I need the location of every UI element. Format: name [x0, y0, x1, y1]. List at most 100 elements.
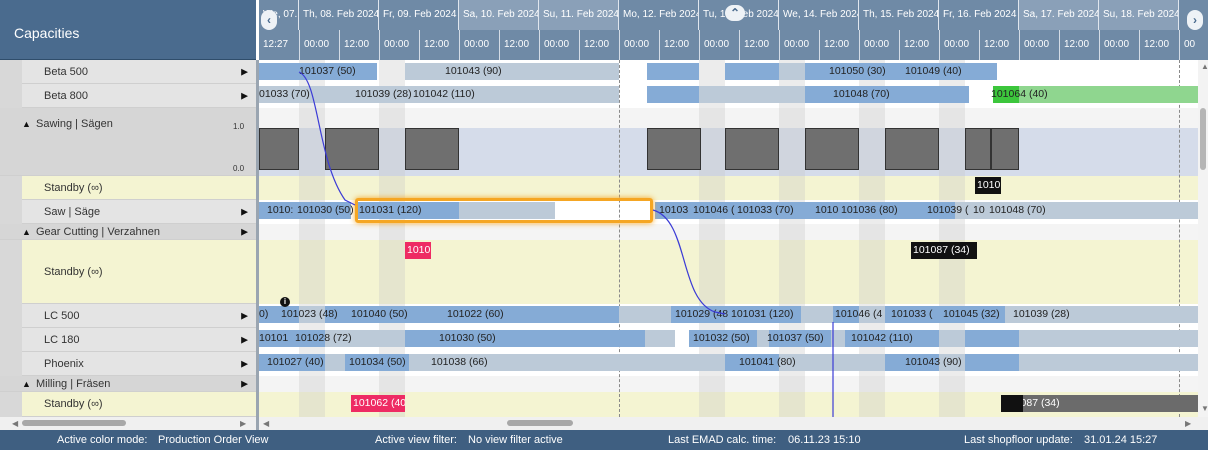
status-bar: Active color mode: Production Order View…: [0, 430, 1208, 450]
axis-label: 1.0: [233, 122, 245, 131]
expand-arrow-icon[interactable]: ▶: [241, 66, 248, 77]
scroll-left-icon[interactable]: ◀: [12, 419, 18, 428]
day-header[interactable]: Th, 15. Feb 2024: [859, 0, 939, 30]
color-mode-label: Active color mode:: [57, 434, 148, 446]
shopfloor-label: Last shopfloor update:: [964, 434, 1073, 446]
expand-arrow-icon[interactable]: ▶: [241, 334, 248, 345]
group-milling[interactable]: ▲ Milling | Fräsen ▶: [0, 376, 256, 392]
row-standby-sawing[interactable]: Standby (∞): [22, 176, 256, 200]
time-tick: 12:00: [1139, 30, 1169, 60]
time-tick: 12:00: [339, 30, 369, 60]
connector-line: [298, 71, 356, 206]
group-label: Sawing | Sägen: [36, 118, 113, 130]
time-tick: 00:00: [859, 30, 889, 60]
time-tick: 00:00: [1099, 30, 1129, 60]
row-standby-milling[interactable]: Standby (∞): [22, 392, 256, 417]
time-tick: 00:00: [619, 30, 649, 60]
time-tick: 12:00: [579, 30, 609, 60]
day-header[interactable]: Sa, 10. Feb 2024: [459, 0, 539, 30]
row-label: Standby (∞): [44, 398, 103, 410]
day-header[interactable]: Mo, 12. Feb 2024: [619, 0, 699, 30]
emad-value: 06.11.23 15:10: [788, 434, 861, 446]
time-tick: 00:00: [459, 30, 489, 60]
gantt-chart[interactable]: 101037 (50) 101043 (90) 101050 (30) 1010…: [259, 60, 1198, 417]
row-label: LC 500: [44, 309, 80, 322]
group-gear-cutting[interactable]: ▲ Gear Cutting | Verzahnen ▶: [0, 224, 256, 240]
day-header[interactable]: Su, 11. Feb 2024: [539, 0, 619, 30]
scroll-up-icon[interactable]: ▲: [1201, 62, 1208, 71]
row-label: LC 180: [44, 333, 80, 346]
time-tick: 12:00: [1059, 30, 1089, 60]
day-header[interactable]: Su, 18. Feb 2024: [1099, 0, 1179, 30]
expand-arrow-icon[interactable]: ▶: [241, 90, 248, 101]
expand-arrow-icon[interactable]: ▶: [241, 206, 248, 217]
time-tick: 00: [1179, 30, 1195, 60]
horizontal-scroll-thumb[interactable]: [507, 420, 573, 426]
chevron-up-icon[interactable]: ⌃: [725, 5, 745, 21]
chevron-right-icon[interactable]: ›: [1187, 10, 1203, 30]
time-tick: 12:00: [419, 30, 449, 60]
time-tick: 12:27: [263, 39, 289, 50]
time-tick: 12:00: [979, 30, 1009, 60]
row-label: Standby (∞): [44, 181, 103, 194]
time-tick: 12:00: [659, 30, 689, 60]
expand-arrow-icon[interactable]: ▶: [241, 310, 248, 321]
timeline-header: We, 07. Th, 08. Feb 2024 Fr, 09. Feb 202…: [259, 0, 1208, 60]
view-filter-value: No view filter active: [468, 434, 563, 446]
axis-label: 0.0: [233, 164, 245, 173]
shopfloor-value: 31.01.24 15:27: [1084, 434, 1158, 446]
expand-arrow-icon[interactable]: ▶: [241, 358, 248, 369]
time-tick: 12:00: [499, 30, 529, 60]
time-tick: 00:00: [699, 30, 729, 60]
row-label: Beta 800: [44, 89, 89, 102]
collapse-arrow-icon[interactable]: ▲: [22, 379, 31, 389]
row-standby-gear[interactable]: Standby (∞): [22, 240, 256, 304]
chevron-left-icon[interactable]: ‹: [261, 10, 277, 30]
horizontal-scrollbar-right[interactable]: ◀ ▶: [259, 417, 1208, 430]
view-filter-label: Active view filter:: [375, 434, 457, 446]
time-tick: 00:00: [379, 30, 409, 60]
resource-tree: Beta 500 ▶ Beta 800 ▶ ▲ Sawing | Sägen 1…: [0, 60, 256, 417]
dependency-connectors: [298, 71, 834, 417]
group-label: Gear Cutting | Verzahnen: [36, 225, 160, 238]
page-title: Capacities: [14, 25, 80, 41]
row-phoenix[interactable]: Phoenix ▶: [22, 352, 256, 376]
expand-arrow-icon[interactable]: ▶: [241, 226, 248, 237]
group-sawing[interactable]: ▲ Sawing | Sägen 1.0 0.0: [0, 108, 256, 176]
day-header[interactable]: Fr, 09. Feb 2024: [379, 0, 459, 30]
vertical-scroll-thumb[interactable]: [1200, 108, 1206, 170]
scroll-left-icon[interactable]: ◀: [263, 419, 269, 428]
color-mode-value: Production Order View: [158, 434, 269, 446]
time-tick: 12:00: [819, 30, 849, 60]
row-lc-180[interactable]: LC 180 ▶: [22, 328, 256, 352]
collapse-arrow-icon[interactable]: ▲: [22, 227, 31, 237]
row-lc-500[interactable]: LC 500 ▶: [22, 304, 256, 328]
scroll-right-icon[interactable]: ▶: [240, 419, 246, 428]
row-label: Standby (∞): [44, 265, 103, 278]
row-label: Beta 500: [44, 65, 89, 78]
collapse-arrow-icon[interactable]: ▲: [22, 119, 31, 129]
day-header[interactable]: Sa, 17. Feb 2024: [1019, 0, 1099, 30]
row-beta-500[interactable]: Beta 500 ▶: [22, 60, 256, 84]
capacities-title: Capacities: [0, 0, 256, 60]
horizontal-scroll-thumb[interactable]: [22, 420, 126, 426]
time-tick: 00:00: [779, 30, 809, 60]
time-tick: 00:00: [1019, 30, 1049, 60]
day-header[interactable]: We, 14. Feb 2024: [779, 0, 859, 30]
time-tick: 00:00: [539, 30, 569, 60]
group-label: Milling | Fräsen: [36, 377, 111, 390]
row-beta-800[interactable]: Beta 800 ▶: [22, 84, 256, 108]
row-label: Saw | Säge: [44, 205, 101, 218]
time-tick: 00:00: [939, 30, 969, 60]
connector-line: [652, 209, 726, 315]
time-tick: 12:00: [739, 30, 769, 60]
emad-label: Last EMAD calc. time:: [668, 434, 777, 446]
row-label: Phoenix: [44, 357, 84, 370]
scroll-down-icon[interactable]: ▼: [1201, 404, 1208, 413]
day-header[interactable]: Th, 08. Feb 2024: [299, 0, 379, 30]
row-saw[interactable]: Saw | Säge ▶: [22, 200, 256, 224]
day-header[interactable]: Fr, 16. Feb 2024: [939, 0, 1019, 30]
horizontal-scrollbar-left[interactable]: ◀ ▶: [0, 417, 256, 430]
scroll-right-icon[interactable]: ▶: [1185, 419, 1191, 428]
expand-arrow-icon[interactable]: ▶: [241, 378, 248, 389]
